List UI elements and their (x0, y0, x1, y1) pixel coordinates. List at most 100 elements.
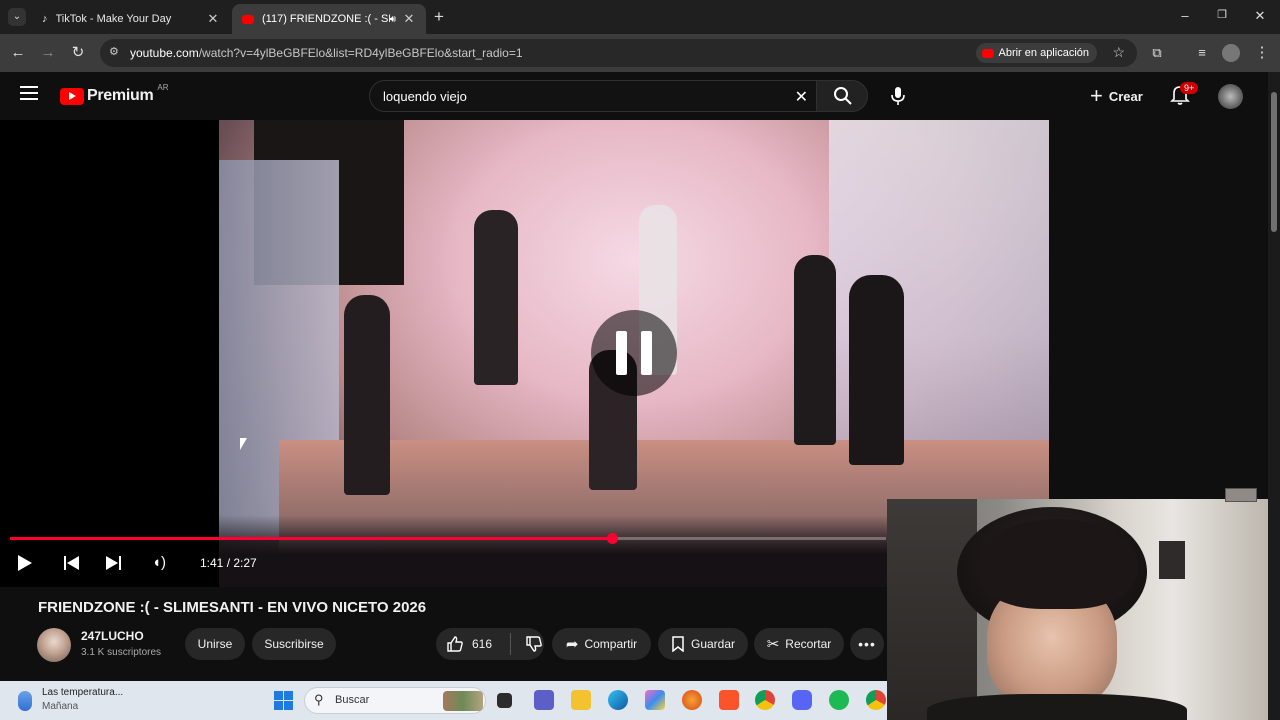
webcam-background-shelf (887, 499, 977, 720)
previous-icon[interactable] (64, 556, 82, 570)
like-button[interactable]: 616 (446, 635, 492, 653)
brave-icon[interactable] (719, 690, 739, 710)
join-label: Unirse (197, 637, 233, 651)
join-button[interactable]: Unirse (185, 628, 245, 660)
hamburger-menu-icon[interactable] (20, 86, 38, 100)
webcam-small-thumbnail (1225, 488, 1257, 502)
tiktok-icon: ♪ (42, 13, 48, 25)
notifications-badge: 9+ (1180, 82, 1199, 94)
copilot-icon[interactable] (645, 690, 665, 710)
edge-icon[interactable] (608, 690, 628, 710)
progress-bar[interactable] (10, 533, 886, 544)
reload-icon[interactable]: ↻ (68, 43, 88, 63)
youtube-app-icon (981, 48, 994, 58)
windows-start-icon[interactable] (274, 691, 293, 710)
next-icon[interactable] (106, 556, 124, 570)
browser-tab-strip: ⌄ ♪ TikTok - Make Your Day ✕ (117) FRIEN… (0, 0, 1280, 34)
taskbar-search-placeholder: Buscar (335, 694, 370, 706)
browser-tab-youtube[interactable]: (117) FRIENDZONE :( - SLIM 🔊︎ ✕ (232, 4, 426, 34)
more-actions-button[interactable]: ••• (850, 628, 884, 660)
windows-taskbar: Las temperatura... Mañana ⚲ Buscar (0, 681, 887, 720)
pause-overlay-icon[interactable] (591, 310, 677, 396)
task-view-icon[interactable] (497, 693, 512, 708)
share-label: Compartir (584, 637, 638, 651)
save-playlist-icon (672, 636, 684, 652)
channel-avatar[interactable] (37, 628, 71, 662)
subscribe-button[interactable]: Suscribirse (252, 628, 336, 660)
voice-search-button[interactable] (880, 80, 916, 112)
url-path: /watch?v=4ylBeGBFElo&list=RD4ylBeGBFElo&… (198, 46, 523, 60)
create-button[interactable]: + Crear (1090, 80, 1143, 112)
close-tab-icon[interactable]: ✕ (402, 11, 416, 27)
file-explorer-icon[interactable] (571, 690, 591, 710)
browser-tab-tiktok[interactable]: ♪ TikTok - Make Your Day ✕ (32, 4, 230, 34)
tab-title: (117) FRIENDZONE :( - SLIM (262, 13, 390, 25)
youtube-logo[interactable]: Premium AR (60, 82, 169, 106)
account-avatar[interactable] (1218, 84, 1243, 109)
thumbs-up-icon (447, 636, 463, 652)
search-highlight-icon (443, 691, 483, 711)
play-icon[interactable] (18, 555, 32, 571)
weather-title[interactable]: Las temperatura... (42, 687, 123, 698)
forward-icon[interactable]: → (38, 43, 58, 63)
progress-scrubber[interactable] (606, 533, 618, 544)
share-button[interactable]: ➦ Compartir (552, 628, 651, 660)
close-window-icon[interactable]: ✕ (1250, 8, 1270, 26)
media-control-icon[interactable]: ≡ (1192, 43, 1212, 63)
webcam-poster (1159, 541, 1185, 579)
search-input[interactable]: loquendo viejo (383, 89, 467, 104)
restore-icon[interactable]: ❐ (1212, 8, 1232, 26)
fl-studio-icon[interactable] (682, 690, 702, 710)
profile-icon[interactable] (1222, 44, 1240, 62)
channel-name[interactable]: 247LUCHO (81, 629, 144, 643)
taskbar-search-icon: ⚲ (314, 692, 324, 707)
performer (474, 210, 518, 385)
volume-icon[interactable]: ◖) (152, 554, 166, 571)
progress-played (10, 537, 612, 540)
subscriber-count: 3.1 K suscriptores (81, 647, 162, 658)
browser-menu-icon[interactable]: ⋮ (1252, 43, 1272, 63)
search-box[interactable]: loquendo viejo ✕ (369, 80, 817, 112)
region-code: AR (157, 82, 169, 92)
save-button[interactable]: Guardar (658, 628, 748, 660)
open-in-app-button[interactable]: Abrir en aplicación (975, 43, 1097, 63)
teams-icon[interactable] (534, 690, 554, 710)
bookmark-star-icon[interactable]: ☆ (1112, 44, 1125, 61)
minimize-icon[interactable]: – (1175, 8, 1195, 26)
like-dislike-group: 616 (436, 628, 544, 660)
page-scrollbar[interactable] (1268, 72, 1280, 720)
performer (794, 255, 836, 445)
microphone-icon (891, 87, 905, 105)
subscribe-label: Suscribirse (264, 637, 324, 651)
search-button[interactable] (816, 80, 868, 112)
url-text[interactable]: youtube.com/watch?v=4ylBeGBFElo&list=RD4… (130, 46, 523, 60)
browser-toolbar: ← → ↻ ⚙ youtube.com/watch?v=4ylBeGBFElo&… (0, 34, 1280, 72)
youtube-header: Premium AR loquendo viejo ✕ + Crear 9+ (0, 72, 1268, 120)
extensions-icon[interactable]: ⧉ (1147, 43, 1167, 63)
mouse-cursor (240, 438, 247, 450)
notifications-button[interactable]: 9+ (1170, 82, 1199, 108)
tab-title: TikTok - Make Your Day (55, 13, 172, 25)
tab-search-button[interactable]: ⌄ (8, 8, 26, 26)
thumbs-down-icon[interactable] (525, 635, 543, 653)
url-domain: youtube.com (130, 46, 199, 60)
discord-icon[interactable] (792, 690, 812, 710)
address-bar[interactable]: ⚙ youtube.com/watch?v=4ylBeGBFElo&list=R… (100, 39, 1137, 67)
clip-button[interactable]: ✂ Recortar (754, 628, 844, 660)
plus-icon: + (1090, 83, 1103, 108)
speaker-icon: 🔊︎ (389, 13, 396, 25)
webcam-overlay (887, 499, 1268, 720)
clear-search-icon[interactable]: ✕ (795, 87, 808, 107)
taskbar-search[interactable]: ⚲ Buscar (304, 687, 486, 714)
new-tab-icon[interactable]: + (434, 7, 444, 27)
site-info-icon[interactable]: ⚙ (109, 45, 119, 58)
back-icon[interactable]: ← (8, 43, 28, 63)
weather-icon (18, 691, 32, 711)
webcam-person-shirt (927, 694, 1187, 720)
chrome-active-icon[interactable] (866, 690, 886, 710)
video-player[interactable] (0, 120, 1049, 587)
spotify-icon[interactable] (829, 690, 849, 710)
chrome-icon[interactable] (755, 690, 775, 710)
like-count: 616 (472, 637, 493, 651)
close-tab-icon[interactable]: ✕ (206, 11, 220, 27)
